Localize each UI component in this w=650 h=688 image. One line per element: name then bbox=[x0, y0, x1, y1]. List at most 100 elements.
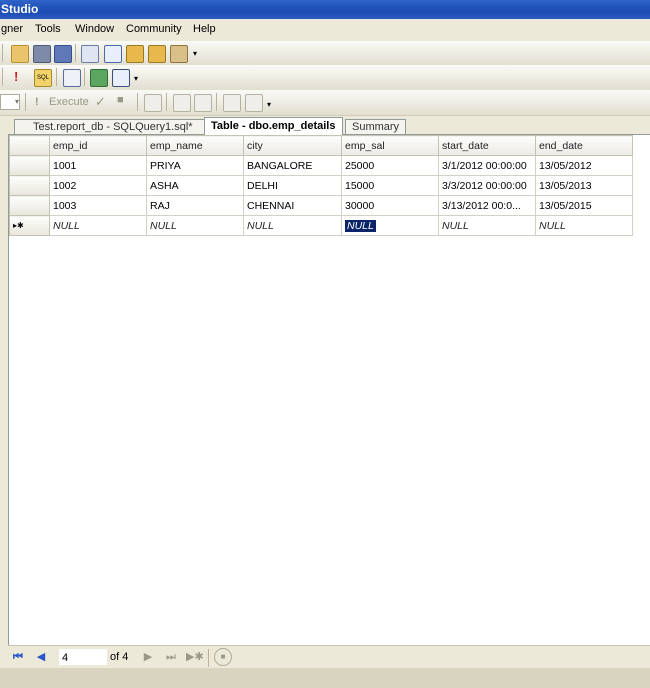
grid-cell[interactable]: 3/1/2012 00:00:00 bbox=[438, 155, 536, 176]
table-row: 1002 ASHA DELHI 15000 3/3/2012 00:00:00 … bbox=[9, 175, 633, 196]
first-record-icon[interactable]: ⏮ bbox=[11, 650, 25, 664]
column-header[interactable]: end_date bbox=[535, 135, 633, 156]
table-row: 1003 RAJ CHENNAI 30000 3/13/2012 00:0...… bbox=[9, 195, 633, 216]
menu-community[interactable]: Community bbox=[126, 23, 182, 35]
left-edge bbox=[0, 41, 8, 645]
decrease-indent-icon[interactable] bbox=[223, 94, 241, 112]
execute-button[interactable]: Execute bbox=[49, 96, 89, 108]
tab-sql-query[interactable]: Test.report_db - SQLQuery1.sql* bbox=[14, 119, 216, 134]
data-grid: emp_id emp_name city emp_sal start_date … bbox=[9, 135, 633, 236]
row-selector[interactable] bbox=[9, 195, 50, 216]
comment-lines-icon[interactable] bbox=[173, 94, 191, 112]
new-row-marker-icon[interactable]: ▸✱ bbox=[9, 215, 50, 236]
column-header[interactable]: city bbox=[243, 135, 342, 156]
column-header[interactable]: emp_id bbox=[49, 135, 147, 156]
current-record-input[interactable]: 4 bbox=[59, 649, 107, 665]
uncomment-lines-icon[interactable] bbox=[194, 94, 212, 112]
toolbar-separator bbox=[75, 44, 76, 62]
toolbar-overflow-chevron-icon[interactable]: ▾ bbox=[193, 47, 201, 61]
toolbar-separator bbox=[137, 93, 138, 111]
menu-bar: gner Tools Window Community Help bbox=[0, 19, 650, 41]
query-toolbar: ▾ ! Execute ✓ ■ ▾ bbox=[0, 90, 650, 116]
menu-tools[interactable]: Tools bbox=[35, 23, 61, 35]
document-icon[interactable] bbox=[104, 45, 122, 63]
toolbox-icon[interactable] bbox=[170, 45, 188, 63]
new-row: ▸✱ NULL NULL NULL NULL NULL NULL bbox=[9, 215, 633, 236]
grid-cell[interactable]: 25000 bbox=[341, 155, 439, 176]
report-icon[interactable] bbox=[81, 45, 99, 63]
table-row: 1001 PRIYA BANGALORE 25000 3/1/2012 00:0… bbox=[9, 155, 633, 176]
grid-cell[interactable]: PRIYA bbox=[146, 155, 244, 176]
grid-cell-null[interactable]: NULL bbox=[49, 215, 147, 236]
menu-window[interactable]: Window bbox=[75, 23, 114, 35]
tab-emp-details[interactable]: Table - dbo.emp_details bbox=[204, 117, 343, 135]
tab-summary[interactable]: Summary bbox=[345, 119, 407, 134]
table-designer-toolbar: ! SQL ▾ bbox=[0, 65, 650, 91]
increase-indent-icon[interactable] bbox=[245, 94, 263, 112]
grid-cell[interactable]: 1002 bbox=[49, 175, 147, 196]
previous-record-icon[interactable]: ◀ bbox=[34, 650, 48, 664]
grid-cell[interactable]: 13/05/2013 bbox=[535, 175, 633, 196]
grid-header-row: emp_id emp_name city emp_sal start_date … bbox=[9, 135, 633, 156]
grid-cell[interactable]: BANGALORE bbox=[243, 155, 342, 176]
toolbar-separator bbox=[56, 68, 57, 86]
selected-cell-text: NULL bbox=[345, 219, 376, 232]
change-type-icon[interactable] bbox=[112, 69, 130, 87]
grid-cell[interactable]: 3/13/2012 00:0... bbox=[438, 195, 536, 216]
grid-cell[interactable]: CHENNAI bbox=[243, 195, 342, 216]
execute-sql-icon[interactable]: ! bbox=[14, 69, 18, 84]
grid-cell[interactable]: RAJ bbox=[146, 195, 244, 216]
execute-disabled-icon: ! bbox=[35, 96, 39, 108]
next-record-icon[interactable]: ▶ bbox=[141, 650, 155, 664]
grid-cell[interactable]: DELHI bbox=[243, 175, 342, 196]
column-header[interactable]: emp_name bbox=[146, 135, 244, 156]
grid-cell[interactable]: 13/05/2012 bbox=[535, 155, 633, 176]
toolbar-separator bbox=[166, 93, 167, 111]
row-selector[interactable] bbox=[9, 175, 50, 196]
grid-cell[interactable]: 1001 bbox=[49, 155, 147, 176]
column-header[interactable]: start_date bbox=[438, 135, 536, 156]
row-selector[interactable] bbox=[9, 155, 50, 176]
toolbar-overflow-chevron-icon[interactable]: ▾ bbox=[134, 72, 142, 86]
grid-cell-null[interactable]: NULL bbox=[535, 215, 633, 236]
toolbar-separator bbox=[84, 68, 85, 86]
properties-icon[interactable] bbox=[126, 45, 144, 63]
standard-toolbar: ▾ bbox=[0, 41, 650, 66]
save-all-icon[interactable] bbox=[54, 45, 72, 63]
sql-pane-icon[interactable]: SQL bbox=[34, 69, 52, 87]
parse-check-icon[interactable]: ✓ bbox=[95, 94, 106, 110]
add-table-icon[interactable] bbox=[90, 69, 108, 87]
new-record-icon[interactable]: ▶✱ bbox=[186, 650, 204, 664]
grid-cell-null[interactable]: NULL bbox=[146, 215, 244, 236]
grid-cell[interactable]: 13/05/2015 bbox=[535, 195, 633, 216]
cancel-stop-icon[interactable]: ■ bbox=[117, 94, 124, 106]
window-title: Studio bbox=[0, 0, 650, 19]
grid-cell[interactable]: 30000 bbox=[341, 195, 439, 216]
grid-cell-null[interactable]: NULL bbox=[438, 215, 536, 236]
save-icon[interactable] bbox=[33, 45, 51, 63]
column-header[interactable]: emp_sal bbox=[341, 135, 439, 156]
database-dropdown[interactable]: ▾ bbox=[0, 94, 20, 110]
bottom-panel bbox=[0, 668, 650, 688]
menu-designer[interactable]: gner bbox=[1, 23, 23, 35]
grid-cell[interactable]: 15000 bbox=[341, 175, 439, 196]
grid-cell[interactable]: ASHA bbox=[146, 175, 244, 196]
toolbar-separator bbox=[216, 93, 217, 111]
stop-execution-icon[interactable]: ■ bbox=[214, 648, 232, 666]
text-format-icon[interactable] bbox=[144, 94, 162, 112]
toolbar-separator bbox=[25, 93, 26, 111]
toolbar-separator bbox=[208, 649, 209, 667]
document-tabs: Test.report_db - SQLQuery1.sql* Table - … bbox=[8, 117, 650, 135]
open-folder-icon[interactable] bbox=[11, 45, 29, 63]
grid-cell[interactable]: 1003 bbox=[49, 195, 147, 216]
toolbar-overflow-chevron-icon[interactable]: ▾ bbox=[267, 98, 275, 112]
last-record-icon[interactable]: ⏭ bbox=[164, 650, 178, 664]
corner-header[interactable] bbox=[9, 135, 50, 156]
grid-cell-null-selected[interactable]: NULL bbox=[341, 215, 439, 236]
verify-sql-icon[interactable] bbox=[63, 69, 81, 87]
grid-cell-null[interactable]: NULL bbox=[243, 215, 342, 236]
object-explorer-icon[interactable] bbox=[148, 45, 166, 63]
record-count-label: of 4 bbox=[110, 651, 129, 663]
grid-cell[interactable]: 3/3/2012 00:00:00 bbox=[438, 175, 536, 196]
menu-help[interactable]: Help bbox=[193, 23, 216, 35]
